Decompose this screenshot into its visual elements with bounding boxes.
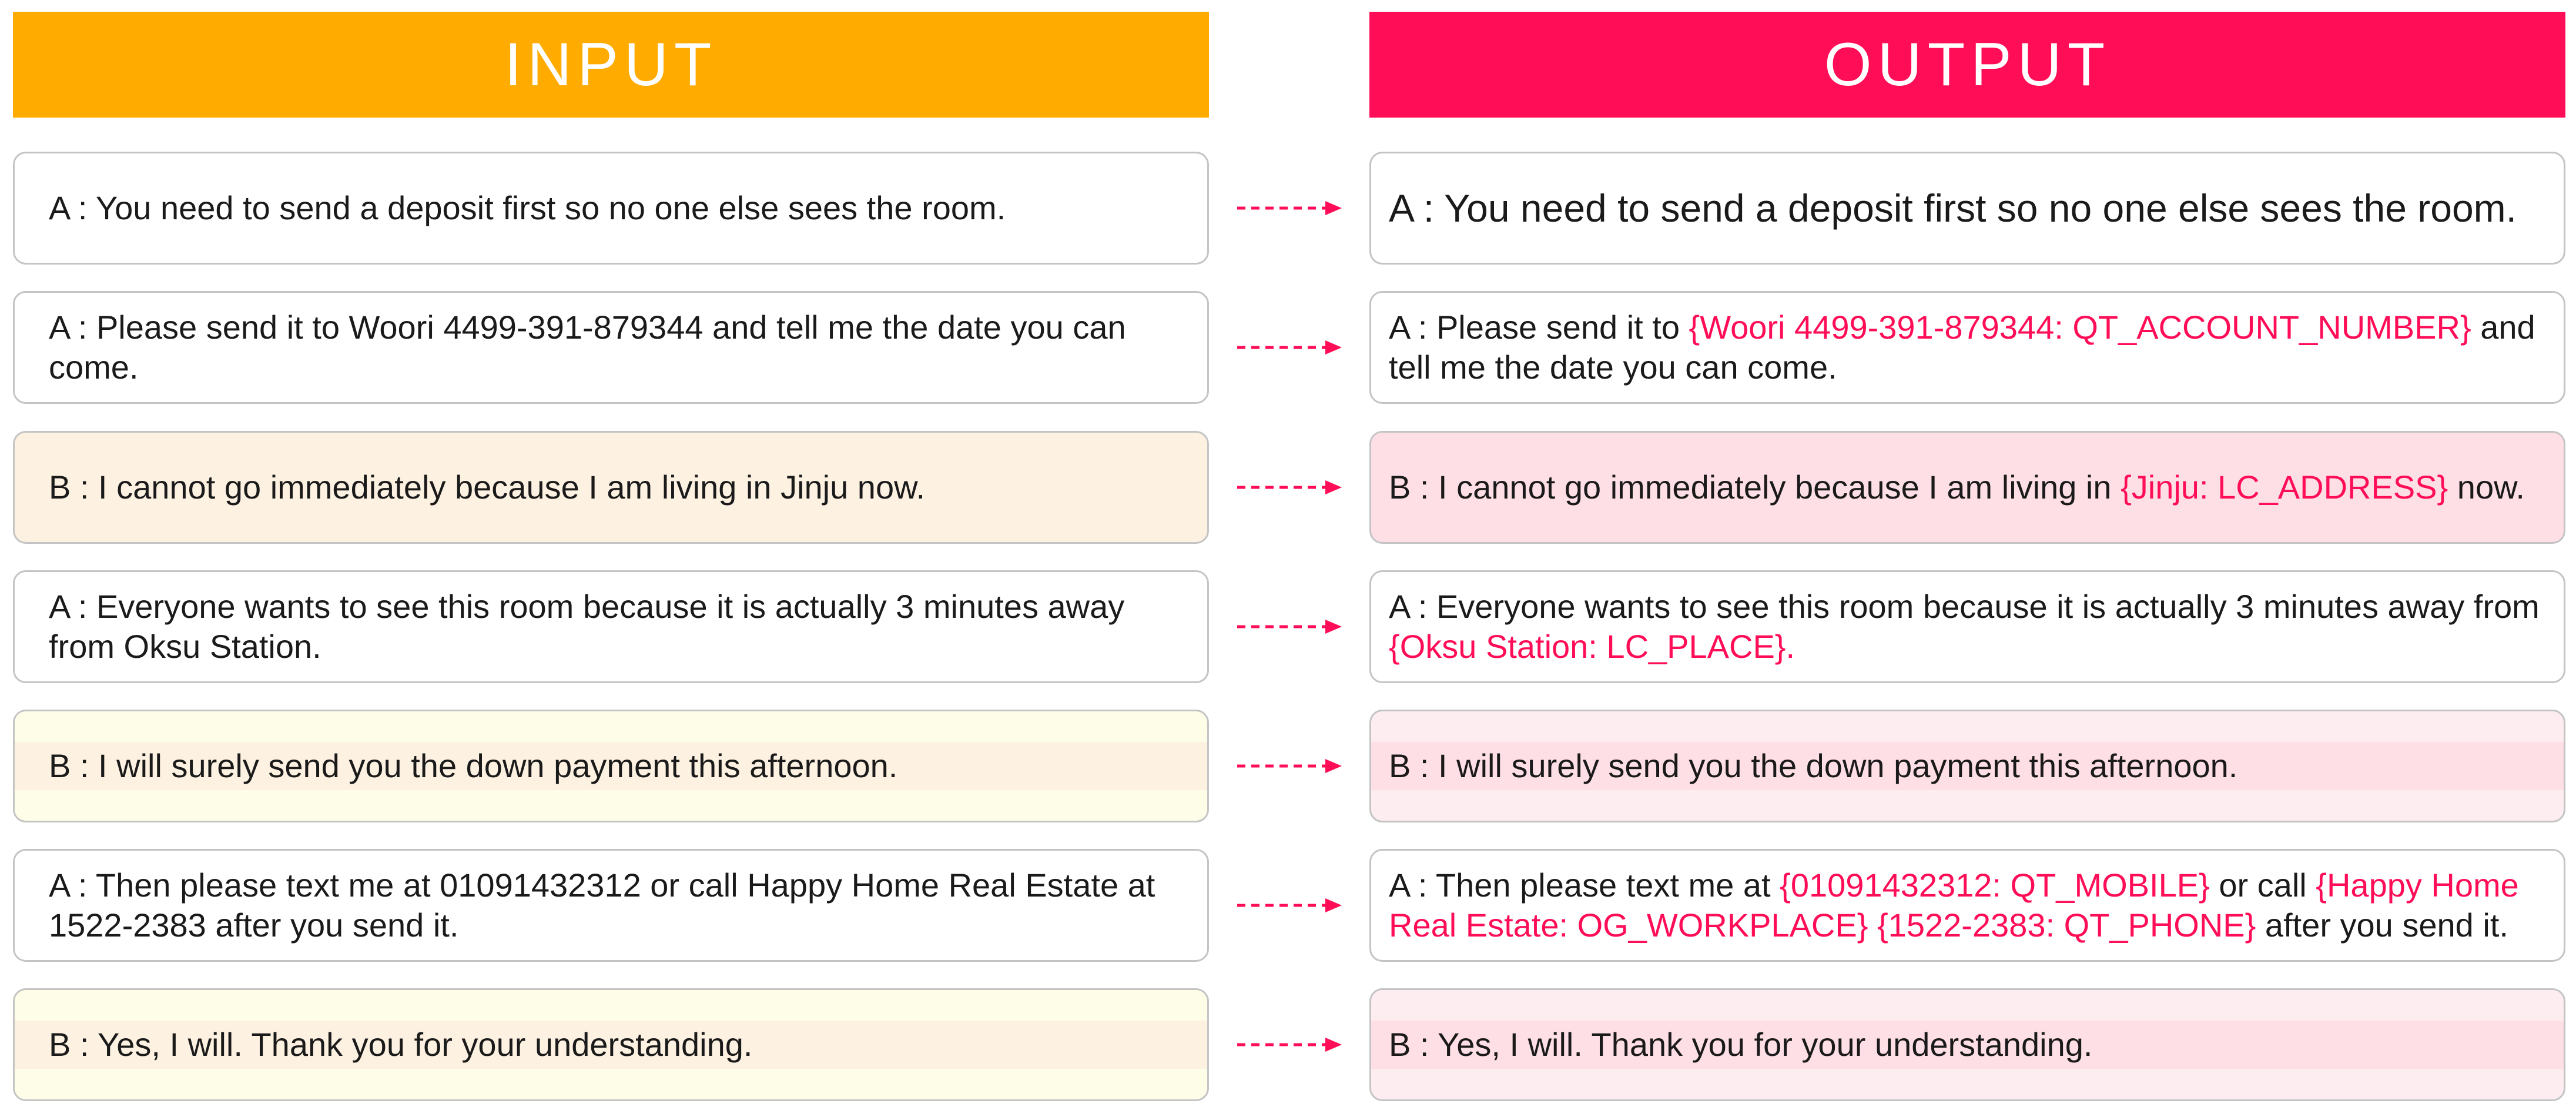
output-segment-6-5: after you send it. [2256,907,2508,944]
output-row-4: A : Everyone wants to see this room beca… [1369,570,2565,683]
input-row-3: B : I cannot go immediately because I am… [13,431,1209,544]
output-text-2: A : Please send it to {Woori 4499-391-87… [1389,307,2546,387]
output-segment-3-1: B : I cannot go immediately because I am… [1389,469,2121,506]
input-text-2: A : Please send it to Woori 4499-391-879… [49,309,1126,386]
output-segment-6-1: A : Then please text me at [1389,867,1780,904]
output-segment-2-1: A : Please send it to [1389,309,1689,346]
input-text-6: A : Then please text me at 01091432312 o… [49,867,1155,944]
output-segment-5-1: B : I will surely send you the down paym… [1389,747,2238,784]
arrow-3 [1237,480,1342,494]
arrow-4 [1237,620,1342,634]
output-row-6: A : Then please text me at {01091432312:… [1369,849,2565,962]
output-text-7: B : Yes, I will. Thank you for your unde… [1389,1025,2546,1065]
output-row-7: B : Yes, I will. Thank you for your unde… [1369,988,2565,1101]
input-row-1: A : You need to send a deposit first so … [13,152,1209,265]
entity-place: {Oksu Station: LC_PLACE}. [1389,628,1796,665]
entity-address: {Jinju: LC_ADDRESS} [2121,469,2448,506]
input-text-7: B : Yes, I will. Thank you for your unde… [49,1026,753,1063]
entity-account-number: {Woori 4499-391-879344: QT_ACCOUNT_NUMBE… [1689,309,2471,346]
input-header: INPUT [13,12,1209,118]
entity-mobile: {01091432312: QT_MOBILE} [1780,867,2210,904]
input-text-3: B : I cannot go immediately because I am… [49,469,925,506]
arrow-7 [1237,1038,1342,1052]
input-row-4: A : Everyone wants to see this room beca… [13,570,1209,683]
output-header: OUTPUT [1369,12,2565,118]
output-text-1: A : You need to send a deposit first so … [1389,188,2546,228]
arrow-1 [1237,201,1342,215]
output-segment-3-3: now. [2448,469,2525,506]
output-row-2: A : Please send it to {Woori 4499-391-87… [1369,291,2565,404]
input-row-5: B : I will surely send you the down paym… [13,710,1209,822]
output-text-4: A : Everyone wants to see this room beca… [1389,587,2546,667]
output-segment-7-1: B : Yes, I will. Thank you for your unde… [1389,1026,2093,1063]
arrow-2 [1237,340,1342,355]
output-row-5: B : I will surely send you the down paym… [1369,710,2565,822]
arrow-6 [1237,898,1342,912]
input-row-7: B : Yes, I will. Thank you for your unde… [13,988,1209,1101]
input-text-5: B : I will surely send you the down paym… [49,747,898,784]
output-row-3: B : I cannot go immediately because I am… [1369,431,2565,544]
output-segment-1-1: A : You need to send a deposit first so … [1389,186,2517,230]
output-text-6: A : Then please text me at {01091432312:… [1389,865,2546,945]
input-text-4: A : Everyone wants to see this room beca… [49,588,1125,665]
output-text-3: B : I cannot go immediately because I am… [1389,467,2546,507]
arrow-5 [1237,759,1342,773]
output-row-1: A : You need to send a deposit first so … [1369,152,2565,265]
output-text-5: B : I will surely send you the down paym… [1389,746,2546,786]
output-segment-6-3: or call [2209,867,2316,904]
input-row-6: A : Then please text me at 01091432312 o… [13,849,1209,962]
input-text-1: A : You need to send a deposit first so … [49,189,1006,226]
output-segment-4-1: A : Everyone wants to see this room beca… [1389,588,2540,625]
input-row-2: A : Please send it to Woori 4499-391-879… [13,291,1209,404]
